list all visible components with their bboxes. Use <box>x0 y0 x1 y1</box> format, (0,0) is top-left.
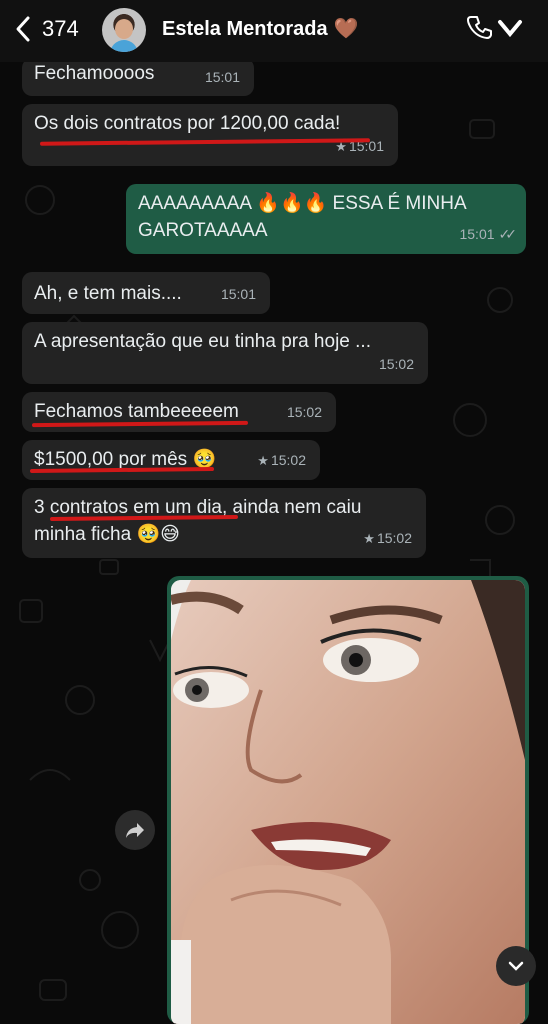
back-button[interactable]: 374 <box>14 14 79 44</box>
phone-icon <box>467 16 492 39</box>
photo-message[interactable] <box>167 576 529 1024</box>
message-bubble-incoming[interactable]: Os dois contratos por 1200,00 cada! ★ 15:… <box>22 104 398 166</box>
chevron-down-icon <box>508 961 524 971</box>
message-time: 15:01 <box>220 286 256 302</box>
read-ticks-icon: ✓✓ <box>498 226 518 242</box>
chevron-left-icon <box>16 16 30 42</box>
scroll-to-bottom-button[interactable] <box>496 946 536 986</box>
message-time: 15:02 <box>378 356 414 372</box>
star-icon: ★ <box>363 531 375 546</box>
message-bubble-outgoing[interactable]: AAAAAAAAA 🔥🔥🔥 ESSA É MINHA GAROTAAAAA 15… <box>126 184 526 254</box>
message-time: 15:01 <box>204 69 240 85</box>
unread-count: 374 <box>42 16 79 41</box>
message-bubble-incoming[interactable]: 3 contratos em um dia, ainda nem caiu mi… <box>22 488 426 558</box>
message-time: ★ 15:02 <box>257 452 306 468</box>
chat-screen: 374 Estela Mentorada 🤎 Fechamoooos 15:01 … <box>0 0 548 1024</box>
contact-name-text: Estela Mentorada <box>162 18 328 40</box>
message-bubble-incoming[interactable]: A apresentação que eu tinha pra hoje ...… <box>22 322 428 384</box>
message-text: 3 contratos em um dia, ainda nem caiu mi… <box>34 497 362 545</box>
brown-heart-emoji: 🤎 <box>333 18 359 40</box>
forward-icon <box>126 823 144 838</box>
message-text: A apresentação que eu tinha pra hoje ... <box>34 331 371 352</box>
message-text: Os dois contratos por 1200,00 cada! <box>34 113 341 134</box>
forward-button[interactable] <box>115 810 155 850</box>
message-time: ★ 15:02 <box>363 530 412 546</box>
message-time: 15:02 <box>286 404 322 420</box>
message-time: 15:01 ✓✓ <box>459 221 518 248</box>
message-bubble-incoming[interactable]: Ah, e tem mais.... 15:01 <box>22 272 270 314</box>
message-time: ★ 15:01 <box>335 138 384 154</box>
contact-name[interactable]: Estela Mentorada 🤎 <box>162 16 359 41</box>
chevron-down-icon <box>498 20 522 38</box>
message-bubble-incoming[interactable]: Fechamoooos 15:01 <box>22 58 254 96</box>
message-bubble-incoming[interactable]: $1500,00 por mês 🥹 ★ 15:02 <box>22 440 320 480</box>
star-icon: ★ <box>257 453 269 468</box>
avatar[interactable] <box>102 8 146 52</box>
message-text: Fechamoooos <box>34 63 155 84</box>
message-text: Ah, e tem mais.... <box>34 283 182 304</box>
face-photo-illustration <box>171 580 525 1024</box>
photo-image[interactable] <box>171 580 525 1024</box>
call-button[interactable] <box>466 14 524 42</box>
chat-header: 374 Estela Mentorada 🤎 <box>0 0 548 62</box>
